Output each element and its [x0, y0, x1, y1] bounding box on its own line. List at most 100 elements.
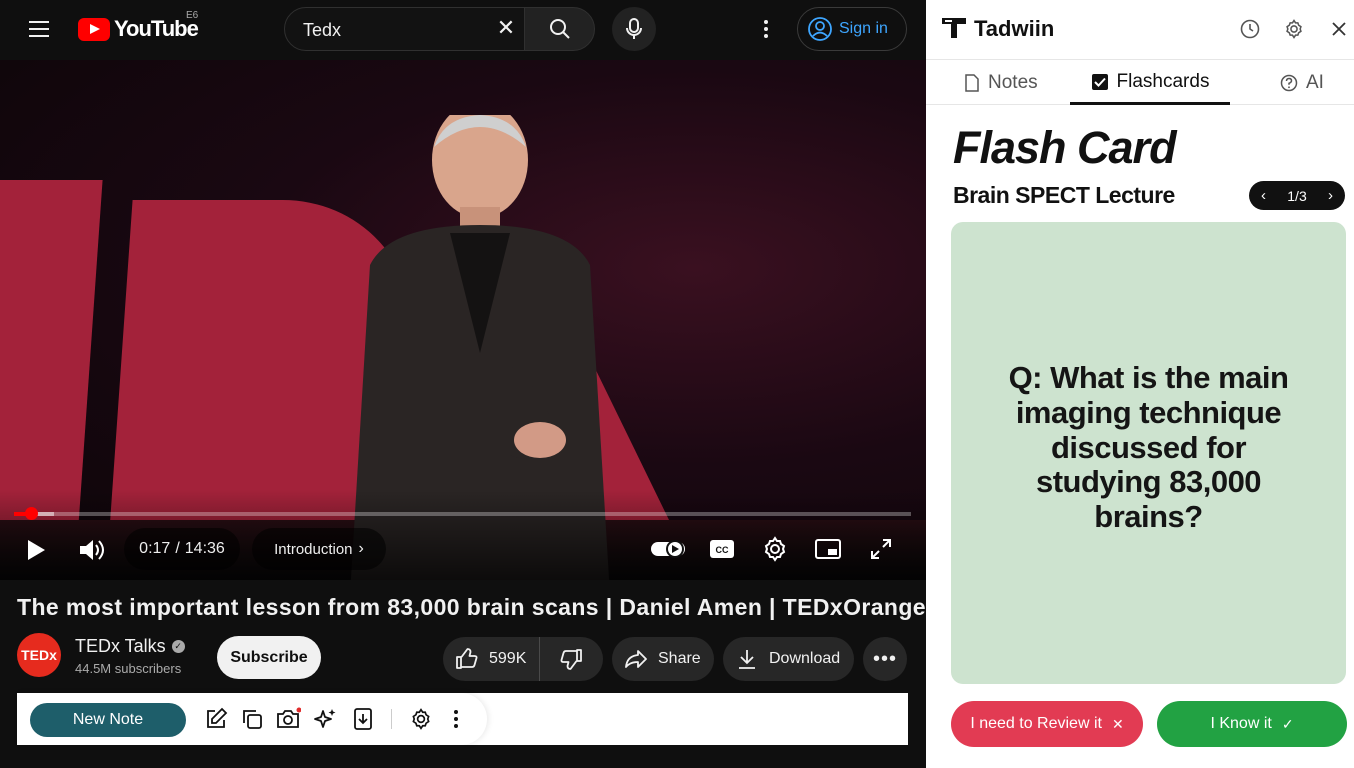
- flashcard-topic: Brain SPECT Lecture: [953, 182, 1175, 208]
- subscriber-count: 44.5M subscribers: [75, 661, 182, 676]
- download-label: Download: [769, 650, 841, 667]
- panel-settings-button[interactable]: [1282, 17, 1306, 41]
- i-know-it-button[interactable]: I Know it ✓: [1157, 701, 1347, 747]
- more-vertical-icon: [454, 710, 458, 728]
- hamburger-menu-icon[interactable]: [22, 14, 56, 44]
- fullscreen-icon: [871, 539, 891, 559]
- autoplay-toggle-icon: [651, 540, 685, 558]
- ai-tool[interactable]: [312, 706, 338, 732]
- like-button[interactable]: 599K: [443, 637, 540, 681]
- channel-name-row[interactable]: TEDx Talks ✓: [75, 636, 185, 657]
- flashcard-question: Q: What is the main imaging technique di…: [1008, 360, 1289, 535]
- flashcard-pager: ‹ 1/3 ›: [1249, 181, 1345, 210]
- more-horizontal-icon: •••: [872, 647, 897, 670]
- gear-icon: [412, 708, 430, 730]
- copy-icon: [243, 710, 262, 729]
- card-position: 1/3: [1287, 187, 1307, 204]
- i-know-it-label: I Know it: [1210, 715, 1272, 732]
- tadwiin-header: Tadwiin: [926, 0, 1354, 60]
- next-card-icon[interactable]: ›: [1328, 187, 1333, 204]
- tab-ai[interactable]: AI: [1280, 61, 1324, 105]
- volume-icon: [80, 540, 104, 560]
- play-button[interactable]: [16, 530, 56, 570]
- clock-icon: [1240, 19, 1260, 39]
- settings-button[interactable]: [758, 532, 792, 566]
- verified-check-icon: ✓: [171, 640, 185, 653]
- tab-flashcards[interactable]: Flashcards: [1070, 61, 1230, 105]
- thumbs-up-icon: [456, 648, 478, 669]
- video-player[interactable]: 0:17 / 14:36 Introduction › CC: [0, 60, 926, 580]
- check-icon: ✓: [1281, 715, 1294, 732]
- tadwiin-panel: Tadwiin Notes Flashcards AI Flash Card B…: [926, 0, 1354, 768]
- like-count: 599K: [489, 650, 527, 667]
- camera-icon: [277, 707, 301, 728]
- clear-search-icon[interactable]: ✕: [494, 16, 518, 40]
- share-button[interactable]: Share: [612, 637, 714, 681]
- country-code: E6: [186, 10, 199, 21]
- svg-text:CC: CC: [716, 545, 729, 555]
- tab-notes[interactable]: Notes: [964, 61, 1038, 105]
- tedx-backdrop-letter: [0, 180, 103, 540]
- channel-name[interactable]: TEDx Talks: [75, 636, 166, 657]
- close-panel-button[interactable]: [1327, 17, 1351, 41]
- microphone-icon: [626, 18, 642, 39]
- share-icon: [625, 650, 647, 668]
- tadwiin-tabs: Notes Flashcards AI: [926, 61, 1354, 105]
- more-options-icon[interactable]: [752, 14, 780, 44]
- search-input[interactable]: [303, 18, 483, 42]
- flashcard[interactable]: Q: What is the main imaging technique di…: [951, 222, 1346, 684]
- close-icon: ✕: [1111, 715, 1124, 732]
- document-icon: [965, 74, 979, 92]
- sign-in-button[interactable]: Sign in: [797, 7, 907, 51]
- screenshot-tool[interactable]: [275, 706, 301, 732]
- search-button[interactable]: [524, 7, 595, 51]
- video-title: The most important lesson from 83,000 br…: [17, 594, 992, 620]
- current-time: 0:17: [139, 540, 171, 557]
- total-time: 14:36: [184, 540, 225, 557]
- miniplayer-icon: [815, 539, 841, 559]
- autoplay-toggle[interactable]: [648, 534, 688, 564]
- youtube-play-logo-icon: [78, 17, 110, 41]
- fullscreen-button[interactable]: [866, 534, 896, 564]
- more-actions-button[interactable]: •••: [863, 637, 907, 681]
- history-button[interactable]: [1238, 17, 1262, 41]
- scrubber-handle[interactable]: [25, 507, 39, 520]
- previous-card-icon[interactable]: ‹: [1261, 187, 1266, 204]
- chapter-button[interactable]: Introduction ›: [252, 528, 386, 570]
- subscribe-button[interactable]: Subscribe: [217, 636, 321, 679]
- volume-button[interactable]: [72, 530, 112, 570]
- chevron-right-icon: ›: [358, 540, 364, 557]
- voice-search-button[interactable]: [612, 7, 656, 51]
- document-download-icon: [354, 708, 372, 730]
- youtube-logo[interactable]: YouTube E6: [78, 10, 199, 42]
- toolbar-divider: [391, 709, 392, 729]
- download-icon: [739, 650, 755, 669]
- note-toolbar: New Note: [17, 693, 908, 745]
- dislike-button[interactable]: [540, 637, 602, 681]
- search-icon: [549, 19, 570, 39]
- miniplayer-button[interactable]: [812, 534, 844, 564]
- tab-flashcards-label: Flashcards: [1116, 70, 1210, 92]
- need-review-button[interactable]: I need to Review it ✕: [951, 701, 1143, 747]
- time-display: 0:17 / 14:36: [124, 528, 240, 570]
- channel-avatar[interactable]: TEDx: [17, 633, 61, 677]
- note-more-tool[interactable]: [443, 706, 469, 732]
- copy-tool[interactable]: [239, 706, 265, 732]
- chapter-label: Introduction: [274, 540, 353, 558]
- captions-button[interactable]: CC: [704, 534, 740, 564]
- new-note-button[interactable]: New Note: [30, 703, 186, 737]
- thumbs-down-icon: [560, 649, 582, 670]
- close-icon: [1332, 22, 1346, 36]
- download-button[interactable]: Download: [723, 637, 854, 681]
- edit-note-tool[interactable]: [203, 706, 229, 732]
- note-settings-tool[interactable]: [408, 706, 434, 732]
- play-icon: [28, 540, 45, 560]
- closed-captions-icon: CC: [710, 540, 734, 558]
- progress-bar[interactable]: [14, 507, 911, 520]
- youtube-pane: YouTube E6 ✕ Sign in: [0, 0, 992, 768]
- tadwiin-logo-icon: [942, 18, 966, 38]
- gear-icon: [1286, 19, 1302, 39]
- like-dislike-group: 599K: [443, 637, 603, 681]
- export-tool[interactable]: [350, 706, 376, 732]
- sign-in-label: Sign in: [839, 20, 888, 37]
